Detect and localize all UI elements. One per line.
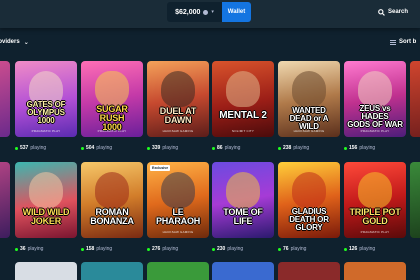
- game-title: TRIPLE POT GOLD: [349, 207, 401, 226]
- game-tile[interactable]: TOME OF LIFE: [212, 162, 274, 238]
- game-tile[interactable]: GLADIUS DEATH OR GLORY: [278, 162, 340, 238]
- game-tile[interactable]: TRIPLE POT GOLD PRAGMATIC PLAY: [344, 162, 406, 238]
- chevron-down-icon: ▾: [211, 9, 214, 15]
- game-studio: NOLIMIT CITY: [231, 129, 255, 133]
- game-studio: PRAGMATIC PLAY: [31, 129, 61, 133]
- online-dot-icon: [15, 146, 18, 150]
- players-count: 238 playing: [278, 144, 309, 152]
- game-tile[interactable]: [81, 262, 143, 280]
- game-tile[interactable]: [212, 262, 274, 280]
- online-dot-icon: [147, 146, 150, 150]
- game-tile[interactable]: [147, 262, 209, 280]
- game-tile[interactable]: ROMAN BONANZA: [81, 162, 143, 238]
- game-studio: HACKSAW GAMING: [293, 129, 325, 133]
- players-count: 126 playing: [344, 245, 375, 253]
- players-count: 537 playing: [15, 144, 46, 152]
- players-count: 36 playing: [15, 245, 43, 253]
- game-title: WANTED DEAD or A WILD: [289, 106, 329, 131]
- game-tile[interactable]: [0, 162, 10, 238]
- online-dot-icon: [15, 247, 18, 251]
- search-icon: [378, 8, 385, 16]
- search-button[interactable]: Search: [378, 6, 408, 18]
- online-dot-icon: [344, 146, 347, 150]
- online-dot-icon: [81, 247, 84, 251]
- game-studio: PRAGMATIC PLAY: [360, 129, 390, 133]
- players-count: 504 playing: [81, 144, 112, 152]
- online-dot-icon: [81, 146, 84, 150]
- game-tile[interactable]: [410, 162, 420, 238]
- game-studio: PRAGMATIC PLAY: [97, 129, 127, 133]
- chevron-down-icon: ⌄: [23, 39, 29, 46]
- game-tile[interactable]: [278, 262, 340, 280]
- game-tile[interactable]: Exclusive LE PHARAOH HACKSAW GAMING: [147, 162, 209, 238]
- players-count: 86 playing: [212, 144, 240, 152]
- providers-label: roviders: [0, 39, 20, 45]
- game-title: GLADIUS DEATH OR GLORY: [289, 207, 329, 232]
- players-count: 276 playing: [147, 245, 178, 253]
- players-count: 156 playing: [344, 144, 375, 152]
- game-studio: HACKSAW GAMING: [162, 129, 194, 133]
- search-label: Search: [388, 9, 409, 15]
- players-count: 339 playing: [147, 144, 178, 152]
- online-dot-icon: [212, 247, 215, 251]
- sort-icon: [390, 39, 396, 45]
- game-title: DUEL AT DAWN: [159, 106, 197, 125]
- game-title: WILD WILD JOKER: [22, 207, 70, 226]
- game-tile[interactable]: DUEL AT DAWN HACKSAW GAMING: [147, 61, 209, 137]
- game-title: TOME OF LIFE: [223, 207, 263, 226]
- game-tile[interactable]: MENTAL 2 NOLIMIT CITY: [212, 61, 274, 137]
- game-title: ROMAN BONANZA: [90, 207, 134, 226]
- game-title: ZEUS vs HADES GODS OF WAR: [347, 104, 403, 129]
- game-title: GATES OF OLYMPUS 1000: [26, 100, 66, 125]
- currency-icon: [203, 9, 209, 15]
- game-tile[interactable]: [15, 262, 77, 280]
- sort-label: Sort b: [399, 39, 417, 45]
- game-studio: HACKSAW GAMING: [162, 230, 194, 234]
- game-tile[interactable]: [0, 61, 10, 137]
- players-count: 230 playing: [212, 245, 243, 253]
- game-tile[interactable]: WILD WILD JOKER: [15, 162, 77, 238]
- online-dot-icon: [344, 247, 347, 251]
- wallet-button[interactable]: Wallet: [222, 2, 251, 22]
- online-dot-icon: [278, 247, 281, 251]
- game-title: SUGAR RUSH 1000: [96, 104, 128, 132]
- game-tile[interactable]: [410, 61, 420, 137]
- players-count: 158 playing: [81, 245, 112, 253]
- game-tile[interactable]: ZEUS vs HADES GODS OF WAR PRAGMATIC PLAY: [344, 61, 406, 137]
- game-title: MENTAL 2: [219, 110, 267, 121]
- game-tile[interactable]: WANTED DEAD or A WILD HACKSAW GAMING: [278, 61, 340, 137]
- balance-amount: $62,000: [175, 8, 201, 16]
- online-dot-icon: [147, 247, 150, 251]
- players-count: 76 playing: [278, 245, 306, 253]
- providers-filter[interactable]: roviders ⌄: [0, 34, 29, 50]
- exclusive-badge: Exclusive: [150, 165, 171, 171]
- game-tile[interactable]: GATES OF OLYMPUS 1000 PRAGMATIC PLAY: [15, 61, 77, 137]
- game-title: LE PHARAOH: [155, 207, 201, 226]
- top-bar: $62,000 ▾ Wallet Search: [0, 0, 420, 28]
- game-tile[interactable]: SUGAR RUSH 1000 PRAGMATIC PLAY: [81, 61, 143, 137]
- online-dot-icon: [212, 146, 215, 150]
- game-tile[interactable]: [344, 262, 406, 280]
- balance-display[interactable]: $62,000 ▾: [167, 2, 222, 22]
- game-studio: PRAGMATIC PLAY: [360, 230, 390, 234]
- online-dot-icon: [278, 146, 281, 150]
- sort-by-filter[interactable]: Sort b: [390, 34, 416, 50]
